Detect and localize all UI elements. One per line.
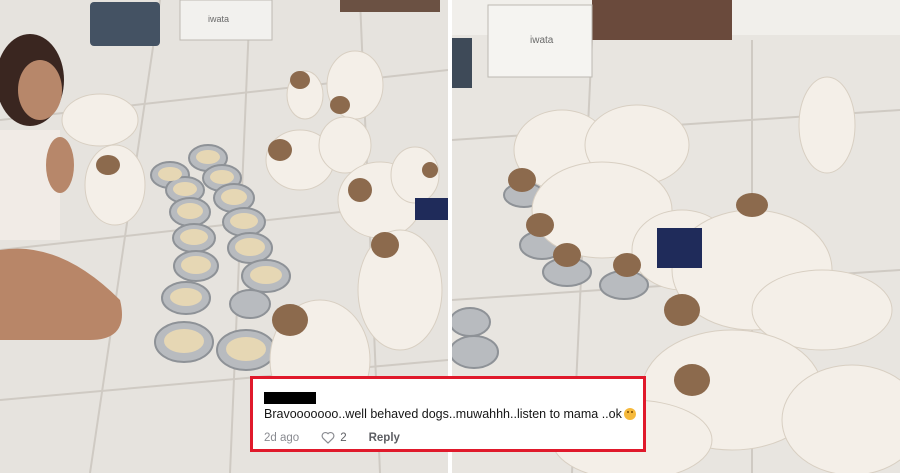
redacted-username bbox=[264, 392, 316, 404]
appliance-label: iwata bbox=[208, 14, 229, 24]
heart-icon[interactable] bbox=[321, 431, 335, 444]
reply-button[interactable]: Reply bbox=[369, 432, 400, 444]
like-count: 2 bbox=[340, 431, 347, 444]
comment-card: Bravooooooo..well behaved dogs..muwahhh.… bbox=[250, 376, 646, 452]
grinning-face-icon bbox=[623, 408, 636, 420]
comment-timestamp: 2d ago bbox=[264, 431, 300, 444]
comment-meta: 2d ago 2 Reply bbox=[264, 431, 400, 444]
like-button[interactable]: 2 bbox=[321, 431, 347, 444]
appliance-label-right: iwata bbox=[530, 35, 554, 46]
comment-text: Bravooooooo..well behaved dogs..muwahhh.… bbox=[264, 407, 636, 421]
comment-body: Bravooooooo..well behaved dogs..muwahhh.… bbox=[264, 407, 622, 421]
